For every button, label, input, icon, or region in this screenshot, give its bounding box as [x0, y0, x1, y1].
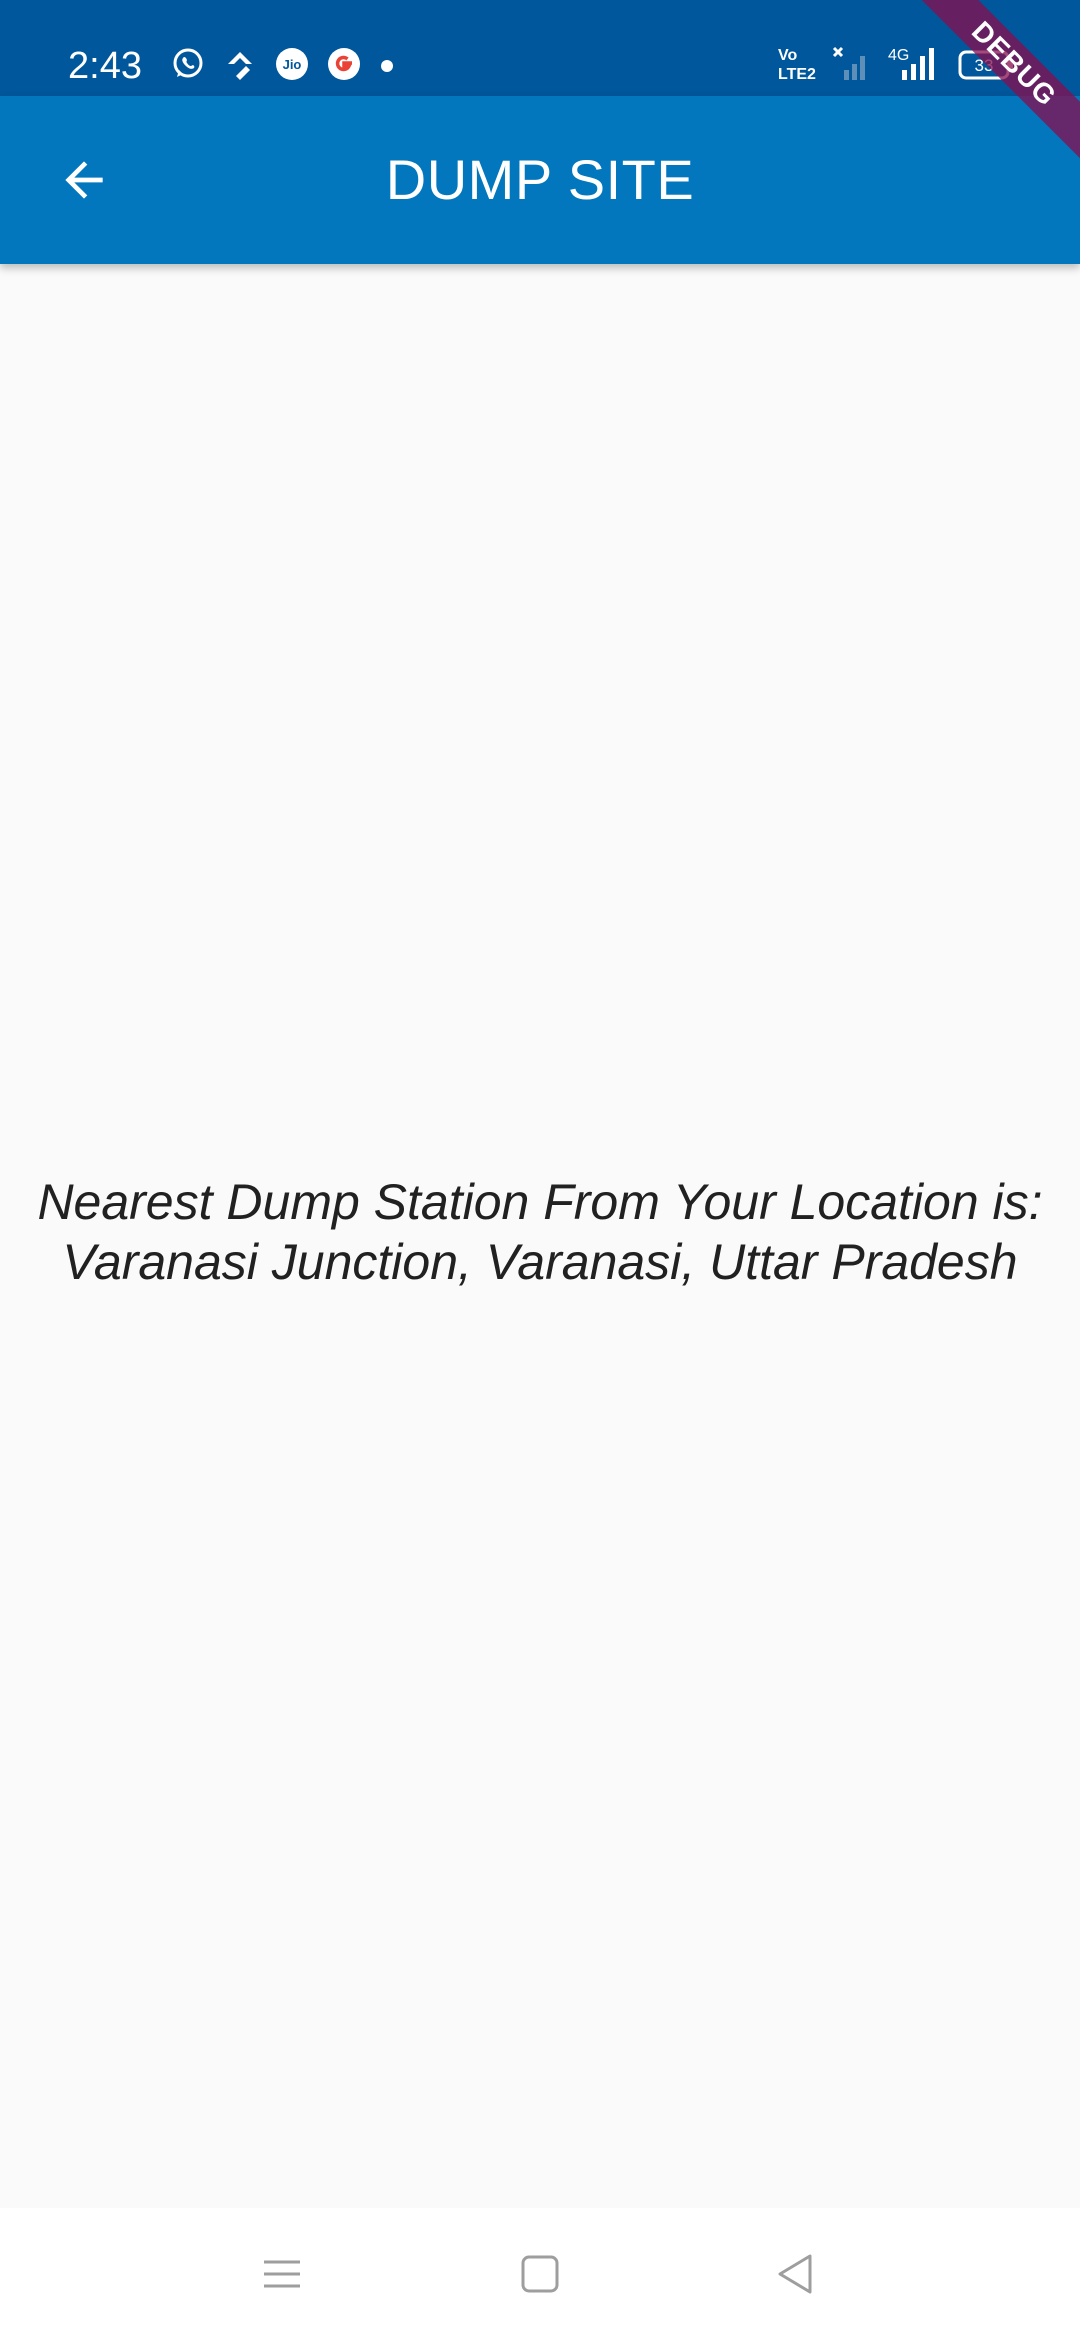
home-icon	[521, 2255, 559, 2293]
system-back-button[interactable]	[760, 2238, 832, 2310]
nearest-dump-station-text: Nearest Dump Station From Your Location …	[0, 1172, 1080, 1292]
volte-top-label: Vo	[778, 47, 797, 64]
arrow-back-icon	[65, 161, 103, 199]
result-line-2: Varanasi Junction, Varanasi, Uttar Prade…	[62, 1234, 1018, 1290]
menu-icon	[264, 2260, 300, 2288]
app-notification-icon	[228, 52, 252, 80]
sim2-signal-icon: 4G	[888, 47, 934, 80]
dot-icon	[381, 60, 393, 72]
network-label: 4G	[888, 47, 909, 64]
navigation-bar	[0, 2208, 1080, 2340]
jio-icon: Jio	[276, 48, 308, 80]
sim1-signal-icon	[832, 46, 865, 80]
volte-icon: Vo LTE2	[778, 47, 816, 83]
google-icon	[328, 48, 360, 80]
volte-bottom-label: LTE2	[778, 66, 816, 83]
status-time: 2:43	[68, 45, 142, 87]
recent-apps-button[interactable]	[246, 2238, 318, 2310]
screen: 2:43 Jio Vo LTE2 4G 33 DEBUG DUMP SITE N…	[0, 0, 1080, 2340]
back-button[interactable]	[42, 138, 126, 222]
page-title: DUMP SITE	[385, 148, 695, 211]
svg-text:Jio: Jio	[283, 57, 302, 72]
home-button[interactable]	[504, 2238, 576, 2310]
result-line-1: Nearest Dump Station From Your Location …	[37, 1174, 1043, 1230]
whatsapp-icon	[173, 48, 203, 78]
back-triangle-icon	[778, 2254, 812, 2294]
status-bar: 2:43 Jio Vo LTE2 4G 33	[0, 0, 1080, 96]
app-bar: DUMP SITE	[0, 96, 1080, 264]
